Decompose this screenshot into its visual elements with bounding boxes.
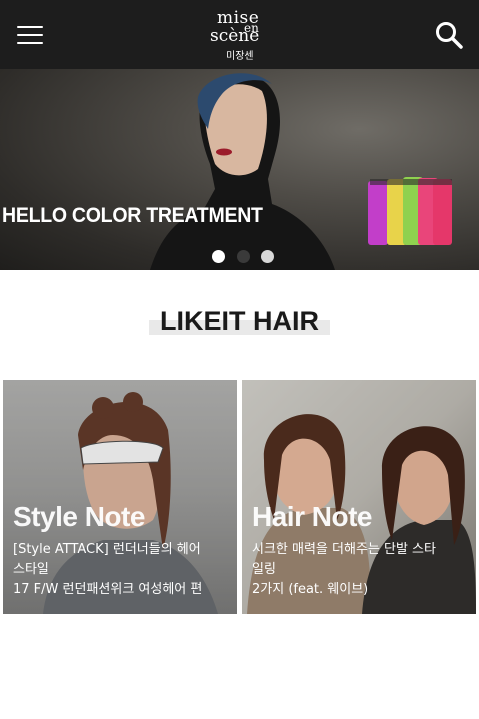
search-icon[interactable] <box>434 20 464 50</box>
card-category: Style Note <box>13 501 145 532</box>
carousel-dot-2[interactable] <box>237 250 250 263</box>
hair-note-card[interactable]: Hair Note 시크한 매력을 더해주는 단발 스타 일링 2가지 (fea… <box>242 380 476 614</box>
card-line: 시크한 매력을 더해주는 단발 스타 <box>252 542 436 557</box>
carousel-dot-1[interactable] <box>212 250 225 263</box>
banner-photo <box>150 73 452 270</box>
carousel-dot-3[interactable] <box>261 250 274 263</box>
card-line: 스타일 <box>13 562 49 577</box>
card-line: 2가지 (feat. 웨이브) <box>252 582 369 597</box>
card-line: 17 F/W 런던패션위크 여성헤어 편 <box>13 582 203 597</box>
top-header: mise en scène 미장센 <box>0 0 479 69</box>
banner-title: HELLO COLOR TREATMENT <box>2 204 263 227</box>
card-line: 일링 <box>252 562 276 577</box>
section-title-text: LIKEIT HAIR <box>160 306 319 336</box>
style-note-card[interactable]: Style Note [Style ATTACK] 런더너들의 헤어 스타일 1… <box>3 380 237 614</box>
logo-line-korean: 미장센 <box>226 51 254 62</box>
logo-line-scene: scène <box>210 26 260 46</box>
card-category: Hair Note <box>252 501 372 532</box>
card-line: [Style ATTACK] 런더너들의 헤어 <box>13 542 201 557</box>
section-heading: LIKEIT HAIR <box>0 306 479 337</box>
card-description: 시크한 매력을 더해주는 단발 스타 일링 2가지 (feat. 웨이브) <box>252 540 470 600</box>
hero-banner[interactable]: HELLO COLOR TREATMENT <box>0 69 479 270</box>
card-description: [Style ATTACK] 런더너들의 헤어 스타일 17 F/W 런던패션위… <box>13 540 231 600</box>
carousel-dots <box>0 250 479 264</box>
hamburger-menu-icon[interactable] <box>17 25 43 45</box>
brand-logo[interactable]: mise en scène 미장센 <box>200 6 280 64</box>
